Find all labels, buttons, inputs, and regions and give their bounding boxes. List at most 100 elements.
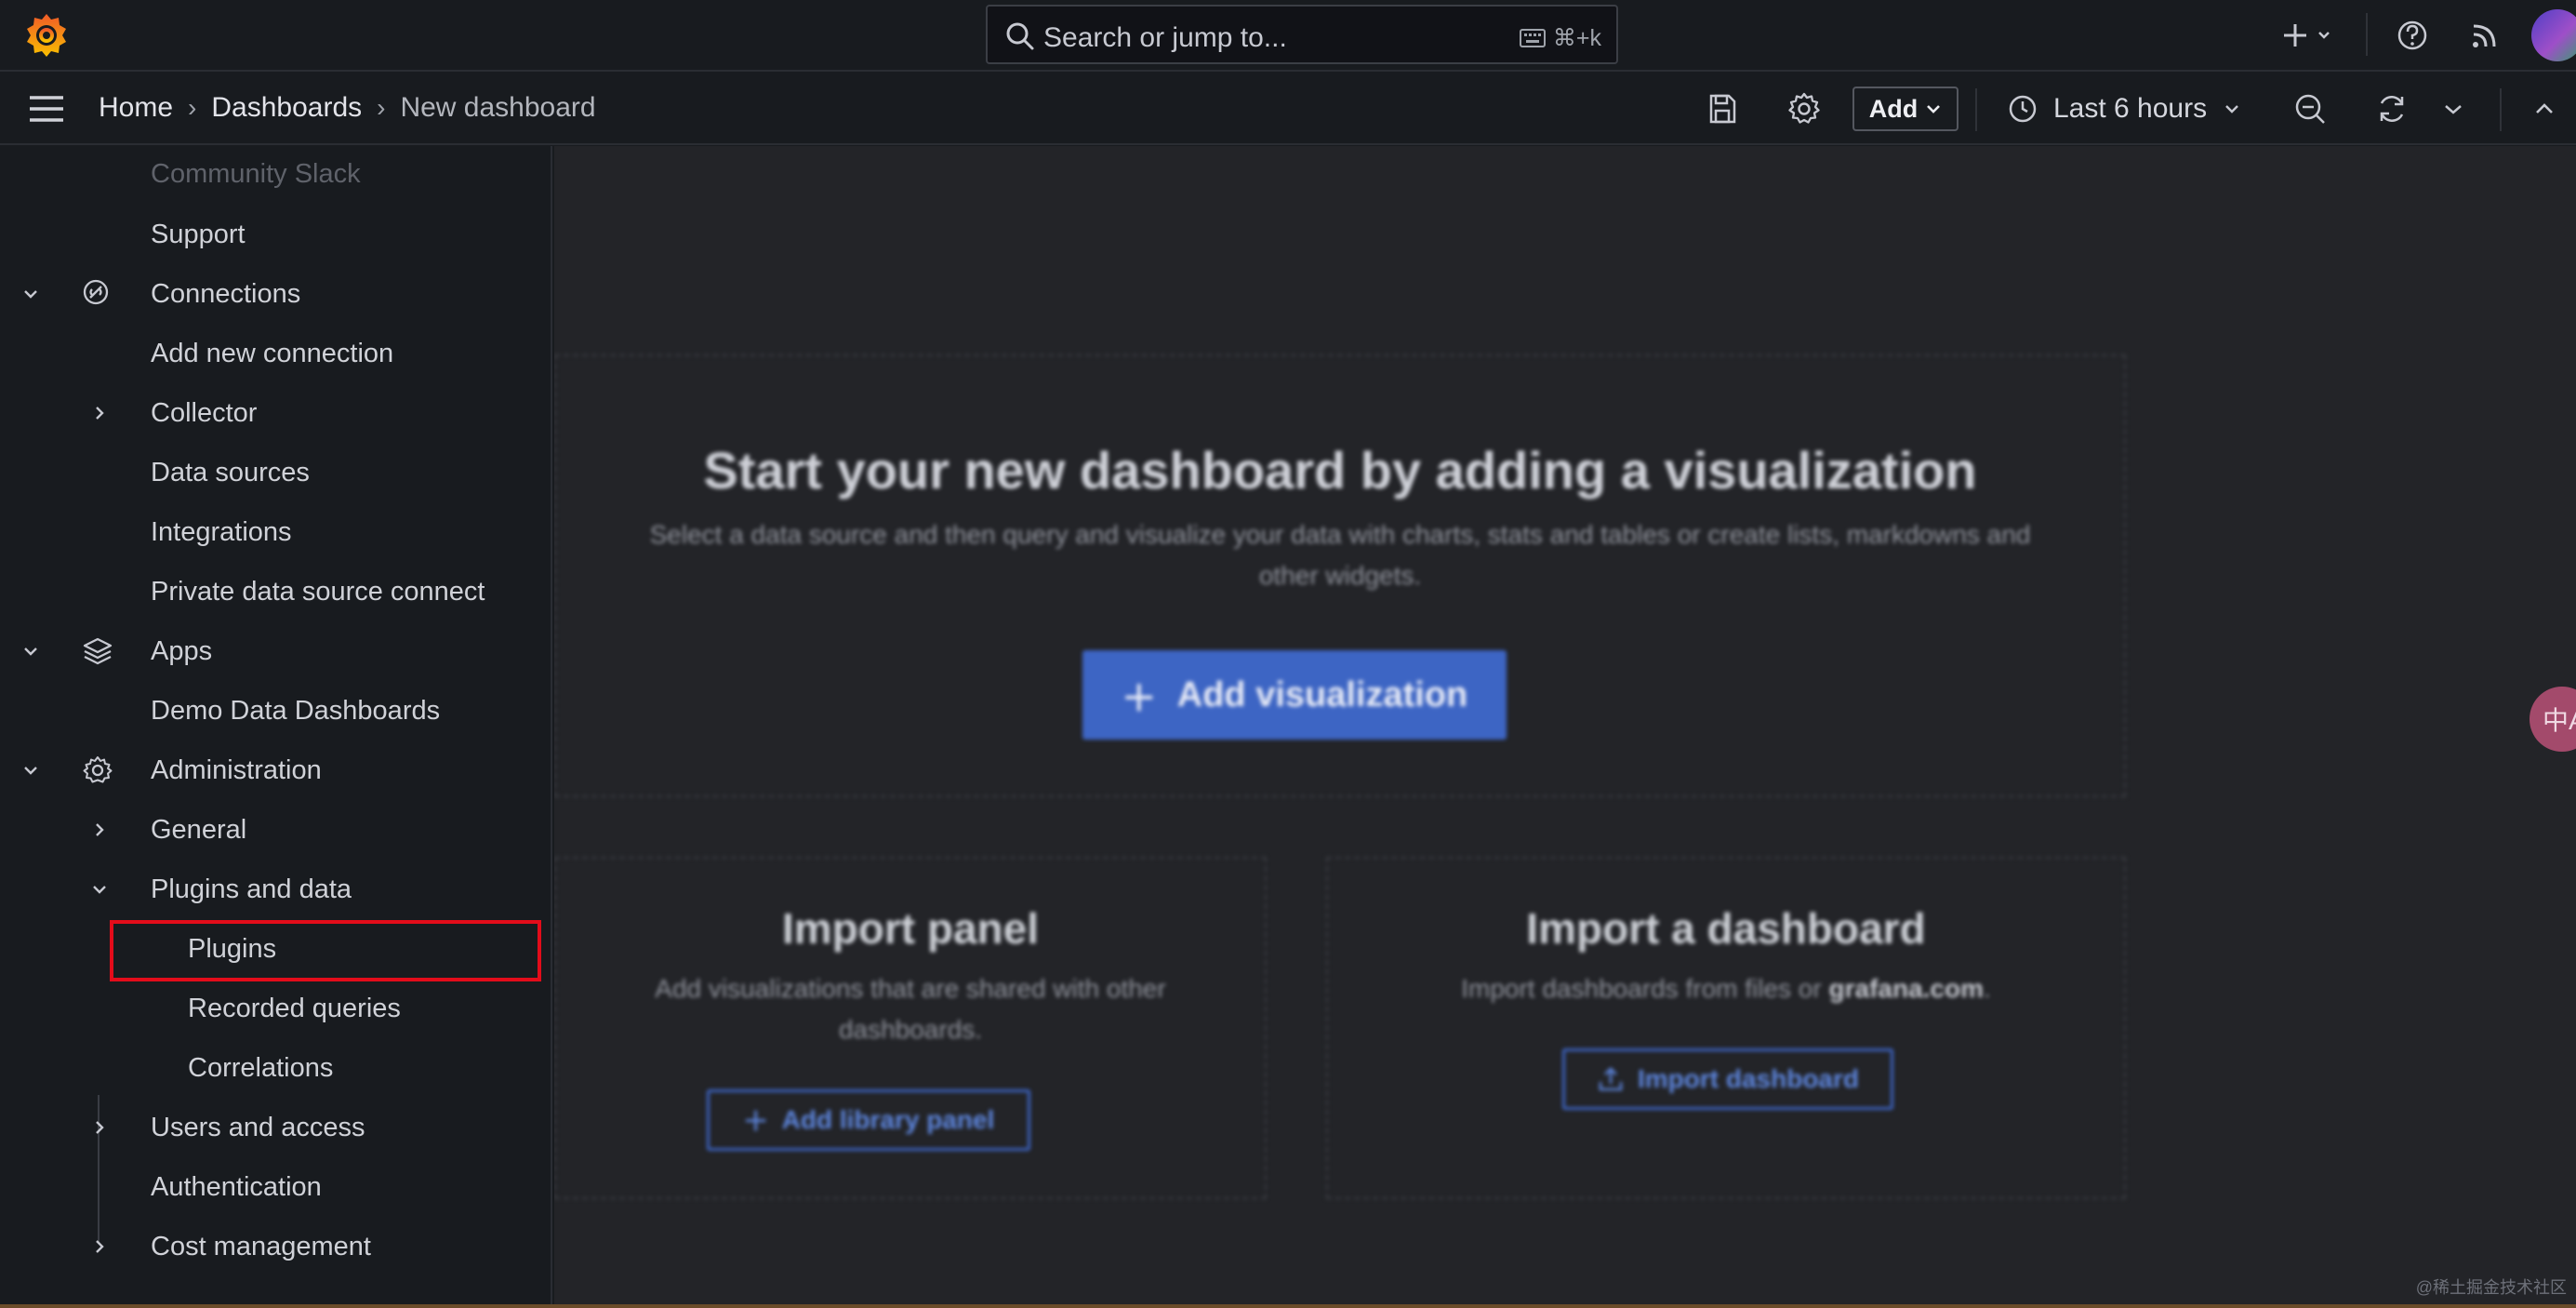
clock-icon <box>2009 95 2037 123</box>
sidebar-item-support[interactable]: Support <box>0 206 551 263</box>
sidebar-item-general[interactable]: General <box>0 801 551 859</box>
sidebar-item-cost-management[interactable]: Cost management <box>0 1218 551 1275</box>
refresh-interval-chevron-icon[interactable] <box>2438 90 2468 127</box>
menu-hamburger-icon[interactable] <box>28 94 65 124</box>
sidebar-item-label: Cost management <box>151 1232 371 1261</box>
breadcrumb-home[interactable]: Home <box>99 92 173 124</box>
import-dashboard-title: Import a dashboard <box>1526 904 1926 953</box>
import-dashboard-subtitle-text: Import dashboards from files or <box>1461 974 1829 1003</box>
chevron-right-icon[interactable] <box>87 1115 112 1140</box>
sidebar-item-label: Support <box>151 220 246 249</box>
chevron-right-icon[interactable] <box>87 401 112 425</box>
sidebar-item-demo-data-dashboards[interactable]: Demo Data Dashboards <box>0 682 551 740</box>
sidebar-item-apps[interactable]: Apps <box>0 622 551 680</box>
breadcrumb-dashboards[interactable]: Dashboards <box>211 92 362 124</box>
breadcrumb-current: New dashboard <box>400 92 596 123</box>
keyboard-icon <box>1519 29 1546 47</box>
import-dashboard-label: Import dashboard <box>1637 1064 1859 1093</box>
search-icon <box>1006 22 1034 50</box>
gear-icon <box>83 756 113 783</box>
sidebar-item-label: Private data source connect <box>151 577 485 607</box>
sidebar-nav: Community Slack Support Connections Add new… <box>0 146 552 1308</box>
empty-dashboard-subtitle: Select a data source and then query and … <box>649 520 2031 590</box>
search-placeholder: Search or jump to... <box>1043 22 1287 53</box>
sidebar-item-label: General <box>151 815 247 845</box>
sidebar-item-collector[interactable]: Collector <box>0 384 551 442</box>
sidebar-item-integrations[interactable]: Integrations <box>0 503 551 561</box>
sidebar-item-add-new-connection[interactable]: Add new connection <box>0 325 551 382</box>
sidebar-item-community-slack[interactable]: Community Slack <box>0 146 551 203</box>
import-dashboard-subtitle: Import dashboards from files or grafana.… <box>1365 968 2087 1009</box>
sidebar-item-label: Correlations <box>188 1053 334 1083</box>
grafana-com-link[interactable]: grafana.com <box>1829 974 1985 1003</box>
dashboard-canvas: Start your new dashboard by adding a vis… <box>554 146 2576 1308</box>
sidebar-item-private-data-source-connect[interactable]: Private data source connect <box>0 563 551 621</box>
user-avatar[interactable] <box>2531 9 2576 61</box>
sidebar-item-label: Community Slack <box>151 159 361 189</box>
sidebar-item-label: Users and access <box>151 1113 365 1142</box>
sidebar-item-label: Data sources <box>151 458 310 487</box>
import-dashboard-subtitle-end: . <box>1984 974 1991 1003</box>
sidebar-item-label: Collector <box>151 398 258 428</box>
add-visualization-card: Start your new dashboard by adding a vis… <box>554 354 2126 797</box>
toolbar-divider <box>1975 88 1977 131</box>
sidebar-item-label: Demo Data Dashboards <box>151 696 441 726</box>
chevron-down-icon[interactable] <box>19 639 43 663</box>
breadcrumb: Home › Dashboards › New dashboard <box>99 92 596 124</box>
empty-dashboard-title: Start your new dashboard by adding a vis… <box>703 441 1977 500</box>
add-dropdown-button[interactable]: Add <box>1852 87 1959 131</box>
import-dashboard-card: Import a dashboard Import dashboards fro… <box>1326 857 2126 1199</box>
watermark: @稀土掘金技术社区 <box>2415 1278 2567 1297</box>
toolbar-divider <box>2500 88 2502 131</box>
sidebar-item-label: Integrations <box>151 517 292 547</box>
add-visualization-label: Add visualization <box>1176 674 1468 714</box>
chevron-right-icon[interactable] <box>87 1235 112 1259</box>
grafana-logo-icon[interactable] <box>22 11 71 60</box>
chevron-right-icon[interactable] <box>87 818 112 842</box>
sidebar-item-label: Recorded queries <box>188 994 401 1023</box>
sidebar-item-connections[interactable]: Connections <box>0 265 551 323</box>
toolbar-divider <box>2366 13 2368 56</box>
bottom-strip <box>0 1304 2576 1308</box>
import-panel-subtitle: Add visualizations that are shared with … <box>655 974 1166 1044</box>
connections-icon <box>83 279 109 305</box>
breadcrumb-bar: Home › Dashboards › New dashboard Add La… <box>0 73 2576 145</box>
news-rss-icon[interactable] <box>2466 17 2503 54</box>
breadcrumb-separator: › <box>377 93 386 122</box>
new-plus-dropdown-icon[interactable] <box>2278 17 2338 54</box>
search-shortcut: ⌘+k <box>1552 25 1601 51</box>
sidebar-item-label: Apps <box>151 636 213 666</box>
add-library-panel-button[interactable]: ＋ Add library panel <box>707 1089 1030 1151</box>
collapse-chevron-up-icon[interactable] <box>2526 90 2563 127</box>
sidebar-item-recorded-queries[interactable]: Recorded queries <box>0 980 551 1037</box>
layers-icon <box>83 637 113 665</box>
sidebar-item-authentication[interactable]: Authentication <box>0 1158 551 1216</box>
import-dashboard-button[interactable]: Import dashboard <box>1562 1048 1893 1110</box>
upload-icon <box>1599 1067 1623 1091</box>
sidebar-item-data-sources[interactable]: Data sources <box>0 444 551 501</box>
search-bar[interactable]: Search or jump to... ⌘+k <box>986 5 1618 64</box>
add-visualization-button[interactable]: ＋ Add visualization <box>1082 650 1507 740</box>
zoom-out-icon[interactable] <box>2291 90 2329 127</box>
chevron-down-icon[interactable] <box>19 282 43 306</box>
save-icon[interactable] <box>1704 90 1741 127</box>
chevron-down-icon[interactable] <box>87 877 112 901</box>
sidebar-item-label: Add new connection <box>151 339 394 368</box>
help-icon[interactable] <box>2394 17 2431 54</box>
plugins-highlight-box <box>110 920 541 981</box>
sidebar-item-users-and-access[interactable]: Users and access <box>0 1099 551 1156</box>
sidebar-item-administration[interactable]: Administration <box>0 741 551 799</box>
import-panel-title: Import panel <box>781 904 1040 953</box>
time-range-picker[interactable]: Last 6 hours <box>2007 87 2242 131</box>
sidebar-item-label: Plugins and data <box>151 874 352 904</box>
sidebar-item-plugins-and-data[interactable]: Plugins and data <box>0 861 551 918</box>
plus-icon: ＋ <box>1121 679 1157 719</box>
chevron-down-icon <box>2225 105 2238 113</box>
time-range-label: Last 6 hours <box>2053 93 2208 124</box>
chevron-down-icon <box>1927 105 1941 113</box>
add-library-panel-label: Add library panel <box>781 1105 995 1134</box>
chevron-down-icon[interactable] <box>19 758 43 782</box>
refresh-icon[interactable] <box>2373 90 2410 127</box>
settings-gear-icon[interactable] <box>1786 90 1823 127</box>
sidebar-item-correlations[interactable]: Correlations <box>0 1039 551 1097</box>
